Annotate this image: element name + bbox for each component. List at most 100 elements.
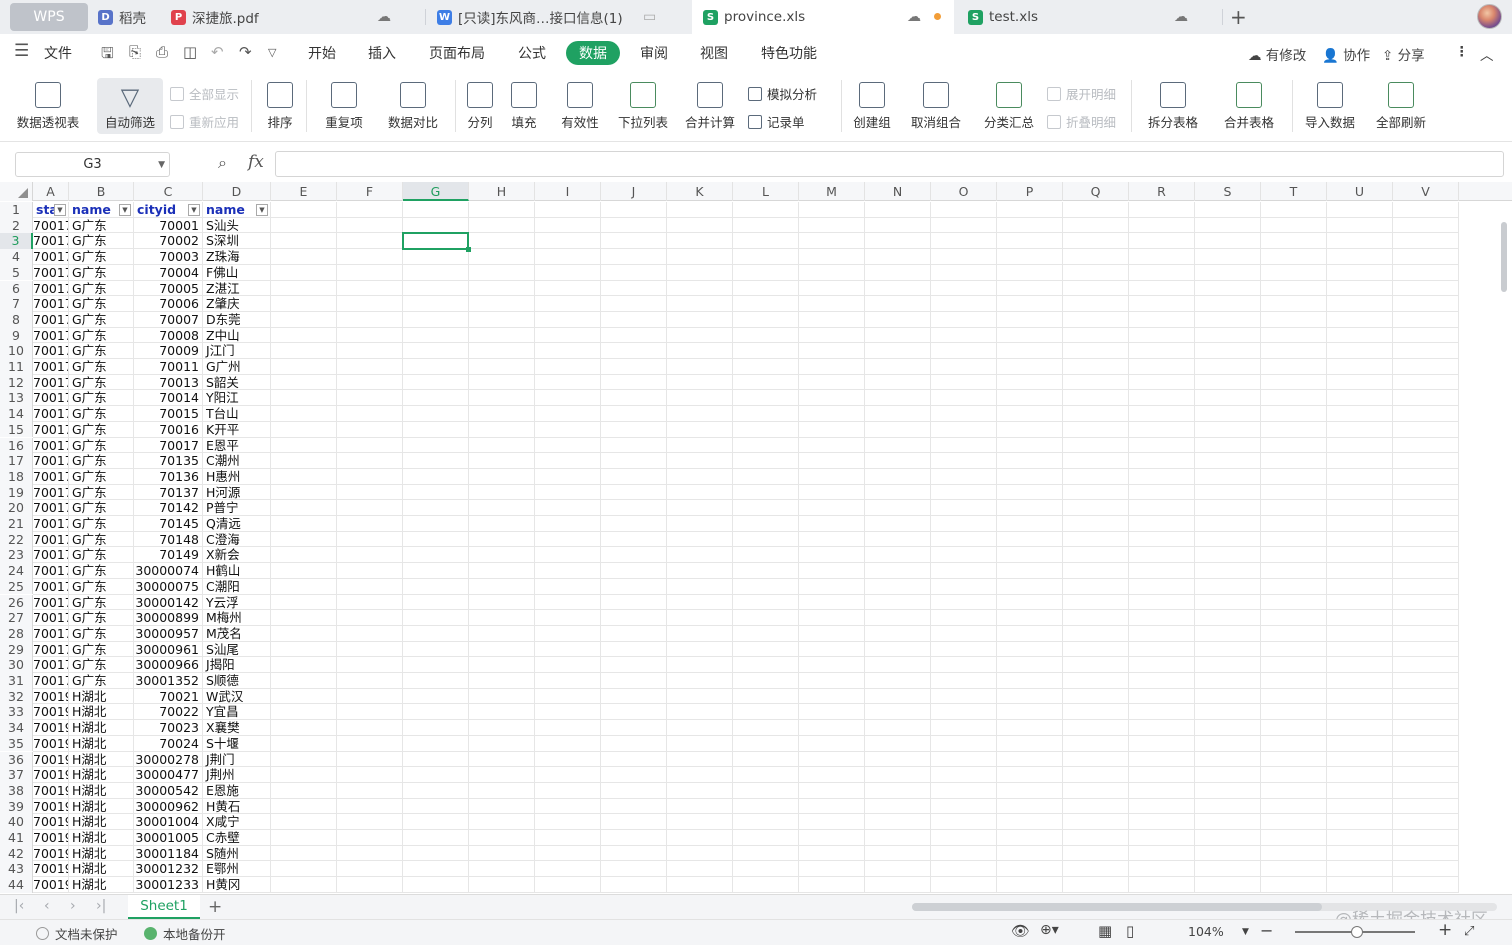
page-view-icon[interactable]: ▯ (1126, 922, 1134, 940)
table-cell[interactable]: J荆州 (203, 767, 270, 783)
column-header-k[interactable]: K (667, 182, 733, 201)
table-cell[interactable]: 30000075 (134, 579, 202, 595)
ungroup-button[interactable]: 取消组合 (904, 72, 968, 131)
table-cell[interactable]: G广东 (69, 249, 133, 265)
zoom-dropdown-icon[interactable]: ▼ (1242, 927, 1249, 937)
table-cell[interactable]: Y宜昌 (203, 704, 270, 720)
table-cell[interactable]: 70149 (134, 547, 202, 563)
row-header[interactable]: 43 (0, 861, 33, 878)
table-cell[interactable]: 70017 (33, 375, 68, 391)
row-header[interactable]: 28 (0, 625, 33, 642)
column-header-j[interactable]: J (601, 182, 667, 201)
table-cell[interactable]: E鄂州 (203, 861, 270, 877)
table-cell[interactable]: G广东 (69, 438, 133, 454)
row-header[interactable]: 1 (0, 202, 33, 218)
column-header-d[interactable]: D (203, 182, 271, 201)
quick-access-dropdown-icon[interactable]: ▽ (268, 46, 276, 59)
table-cell[interactable]: 70017 (33, 343, 68, 359)
table-cell[interactable]: G广东 (69, 265, 133, 281)
table-cell[interactable]: 70017 (33, 328, 68, 344)
table-cell[interactable]: G广东 (69, 642, 133, 658)
column-header-n[interactable]: N (865, 182, 931, 201)
reapply-button[interactable]: 重新应用 (170, 112, 239, 131)
row-header[interactable]: 4 (0, 249, 33, 265)
table-cell[interactable]: 70007 (134, 312, 202, 328)
create-group-button[interactable]: 创建组 (848, 72, 896, 131)
table-cell[interactable]: J荆门 (203, 752, 270, 768)
formula-input[interactable] (275, 151, 1504, 177)
fullscreen-icon[interactable]: ⤢ (1464, 924, 1474, 939)
table-cell[interactable]: E恩施 (203, 783, 270, 799)
export-pdf-icon[interactable]: ⎘ (129, 43, 141, 61)
table-cell[interactable]: 70017 (33, 249, 68, 265)
column-header-f[interactable]: F (337, 182, 403, 201)
zoom-level[interactable]: 104% (1188, 924, 1224, 939)
table-cell[interactable]: P普宁 (203, 500, 270, 516)
data-compare-button[interactable]: 数据对比 (380, 72, 446, 131)
table-cell[interactable]: 70017 (33, 469, 68, 485)
table-cell[interactable]: H湖北 (69, 846, 133, 862)
table-cell[interactable]: 70004 (134, 265, 202, 281)
new-tab-plus-icon[interactable]: + (1230, 0, 1247, 34)
table-cell[interactable]: G广东 (69, 610, 133, 626)
table-cell[interactable]: H湖北 (69, 752, 133, 768)
table-cell[interactable]: 70017 (33, 673, 68, 689)
table-cell[interactable]: 30000074 (134, 563, 202, 579)
table-cell[interactable]: 70017 (33, 312, 68, 328)
row-header[interactable]: 17 (0, 453, 33, 469)
table-cell[interactable]: 70005 (134, 281, 202, 297)
table-cell[interactable]: 70006 (134, 296, 202, 312)
add-sheet-icon[interactable]: + (208, 897, 222, 917)
table-cell[interactable]: 70017 (33, 406, 68, 422)
table-cell[interactable]: S韶关 (203, 375, 270, 391)
subtotal-button[interactable]: 分类汇总 (980, 72, 1038, 131)
table-cell[interactable]: 70019 (33, 814, 68, 830)
table-cell[interactable]: Z珠海 (203, 249, 270, 265)
column-header-v[interactable]: V (1393, 182, 1459, 201)
table-cell[interactable]: 70017 (33, 265, 68, 281)
row-header[interactable]: 21 (0, 516, 33, 532)
table-cell[interactable]: J揭阳 (203, 657, 270, 673)
table-cell[interactable]: 30000957 (134, 626, 202, 642)
tab-test[interactable]: S test.xls ☁ (968, 0, 1218, 34)
table-cell[interactable]: G广东 (69, 532, 133, 548)
table-cell[interactable]: 30001233 (134, 877, 202, 893)
table-cell[interactable]: 70017 (33, 579, 68, 595)
import-data-button[interactable]: 导入数据 (1300, 72, 1360, 131)
row-header[interactable]: 20 (0, 500, 33, 516)
table-cell[interactable]: 70019 (33, 752, 68, 768)
row-header[interactable]: 41 (0, 830, 33, 846)
row-header[interactable]: 35 (0, 735, 33, 752)
table-cell[interactable]: X新会 (203, 547, 270, 563)
more-icon[interactable]: ⋮ (1455, 44, 1469, 60)
column-header-s[interactable]: S (1195, 182, 1261, 201)
table-cell[interactable]: Q清远 (203, 516, 270, 532)
layout-mode-icon[interactable]: ⊕▾ (1040, 922, 1059, 938)
table-cell[interactable]: G广东 (69, 406, 133, 422)
table-cell[interactable]: 70017 (33, 595, 68, 611)
table-cell[interactable]: 70024 (134, 736, 202, 752)
row-header[interactable]: 23 (0, 547, 33, 564)
table-cell[interactable]: M梅州 (203, 610, 270, 626)
table-cell[interactable]: 70021 (134, 689, 202, 705)
tab-pdf[interactable]: P 深捷旅.pdf ☁ (171, 0, 421, 34)
column-header-o[interactable]: O (931, 182, 997, 201)
table-cell[interactable]: G广东 (69, 453, 133, 469)
table-cell[interactable]: 30000542 (134, 783, 202, 799)
last-sheet-icon[interactable]: ›| (96, 898, 106, 914)
table-cell[interactable]: K开平 (203, 422, 270, 438)
table-cell[interactable]: G广东 (69, 328, 133, 344)
table-cell[interactable]: Z中山 (203, 328, 270, 344)
next-sheet-icon[interactable]: › (70, 898, 76, 914)
user-avatar[interactable] (1477, 4, 1502, 29)
table-cell[interactable]: 70019 (33, 830, 68, 846)
autofilter-button[interactable]: ▽ 自动筛选 (97, 78, 163, 134)
table-cell[interactable]: 70017 (33, 453, 68, 469)
header-cell[interactable]: stateid (33, 202, 55, 218)
row-header[interactable]: 38 (0, 782, 33, 799)
show-all-button[interactable]: 全部显示 (170, 84, 239, 103)
column-header-a[interactable]: A (33, 182, 69, 201)
table-cell[interactable]: 30001352 (134, 673, 202, 689)
table-cell[interactable]: H鹤山 (203, 563, 270, 579)
wps-home-tab[interactable]: WPS (10, 3, 88, 31)
